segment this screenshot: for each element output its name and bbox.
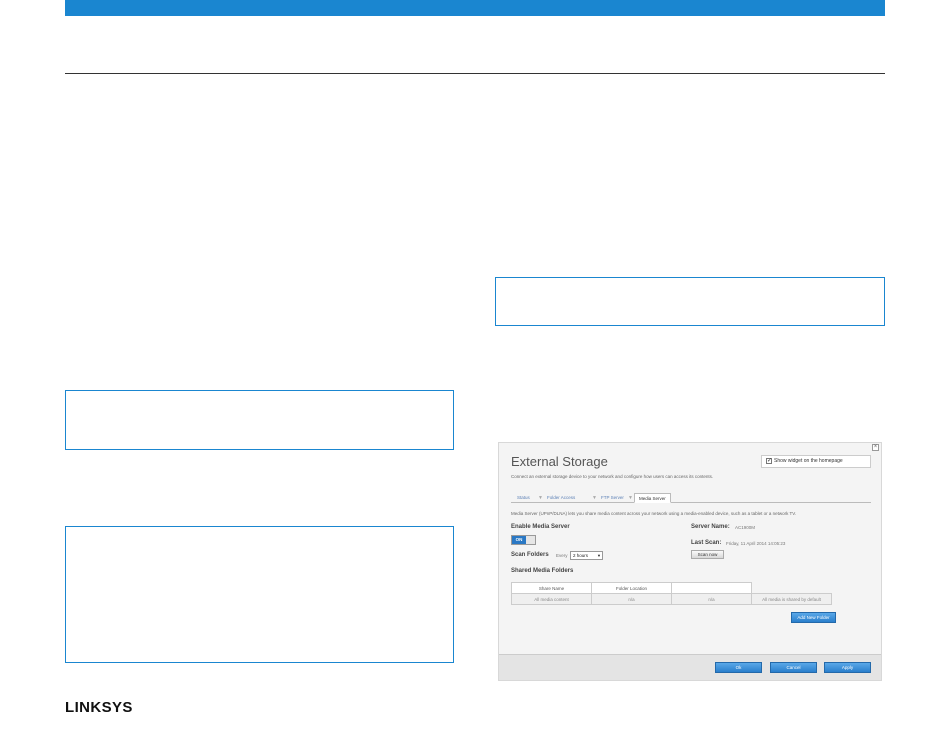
- note-box-left-2: [65, 526, 454, 663]
- dropdown-arrow-icon: ▼: [597, 553, 601, 558]
- note-box-right: [495, 277, 885, 326]
- media-server-description: Media Server (UPnP/DLNA) lets you share …: [511, 511, 797, 516]
- enable-media-server-label: Enable Media Server: [511, 524, 570, 530]
- tab-ftp-server[interactable]: FTP Server: [597, 493, 628, 503]
- scan-now-button[interactable]: Scan now: [691, 550, 724, 559]
- tab-separator-icon: ▼: [628, 495, 633, 501]
- close-icon[interactable]: ×: [872, 444, 879, 451]
- server-name-value: AC1900M: [735, 525, 756, 530]
- last-scan-label: Last Scan:: [691, 540, 722, 546]
- toggle-on-label: ON: [512, 536, 526, 544]
- checkmark-icon: ✓: [766, 457, 773, 464]
- scan-interval-select[interactable]: 2 hours ▼: [570, 551, 603, 560]
- add-new-folder-button[interactable]: Add New Folder: [791, 612, 836, 623]
- scan-every-label: Every: [556, 553, 568, 558]
- tab-media-server[interactable]: Media Server: [634, 493, 671, 503]
- table-header-row: Share Name Folder Location: [511, 582, 837, 594]
- scan-interval-value: 2 hours: [573, 553, 589, 558]
- table-row[interactable]: All media content n/a n/a All media is s…: [511, 593, 837, 605]
- tab-folder-access[interactable]: Folder Access: [543, 493, 579, 503]
- linksys-logo: LINKSYS: [65, 699, 133, 716]
- show-widget-checkbox[interactable]: ✓ Show widget on the homepage: [761, 455, 871, 468]
- show-widget-label: Show widget on the homepage: [774, 458, 843, 464]
- top-accent-bar: [65, 0, 885, 16]
- last-scan-value: Friday, 11 April 2014 14:05:23: [726, 541, 786, 546]
- server-name-label: Server Name:: [691, 524, 730, 530]
- table-cell: n/a: [591, 593, 672, 605]
- page-title: External Storage: [511, 454, 608, 469]
- header-rule: [65, 73, 885, 74]
- tab-status[interactable]: Status: [513, 493, 534, 503]
- media-server-toggle[interactable]: ON: [511, 535, 536, 545]
- ok-button[interactable]: Ok: [715, 662, 762, 673]
- tab-bar: Status ▼ Folder Access ▼ FTP Server ▼ Me…: [511, 493, 871, 503]
- shared-media-folders-heading: Shared Media Folders: [511, 568, 574, 574]
- scan-folders-label: Scan Folders: [511, 552, 549, 558]
- table-cell: All media content: [511, 593, 592, 605]
- table-cell: n/a: [671, 593, 752, 605]
- note-box-left-1: [65, 390, 454, 450]
- shared-folders-table: Share Name Folder Location All media con…: [511, 582, 837, 605]
- apply-button[interactable]: Apply: [824, 662, 871, 673]
- page-description: Connect an external storage device to yo…: [511, 474, 714, 479]
- cancel-button[interactable]: Cancel: [770, 662, 817, 673]
- external-storage-screenshot: × External Storage ✓ Show widget on the h…: [498, 442, 882, 681]
- table-cell: All media is shared by default: [751, 593, 832, 605]
